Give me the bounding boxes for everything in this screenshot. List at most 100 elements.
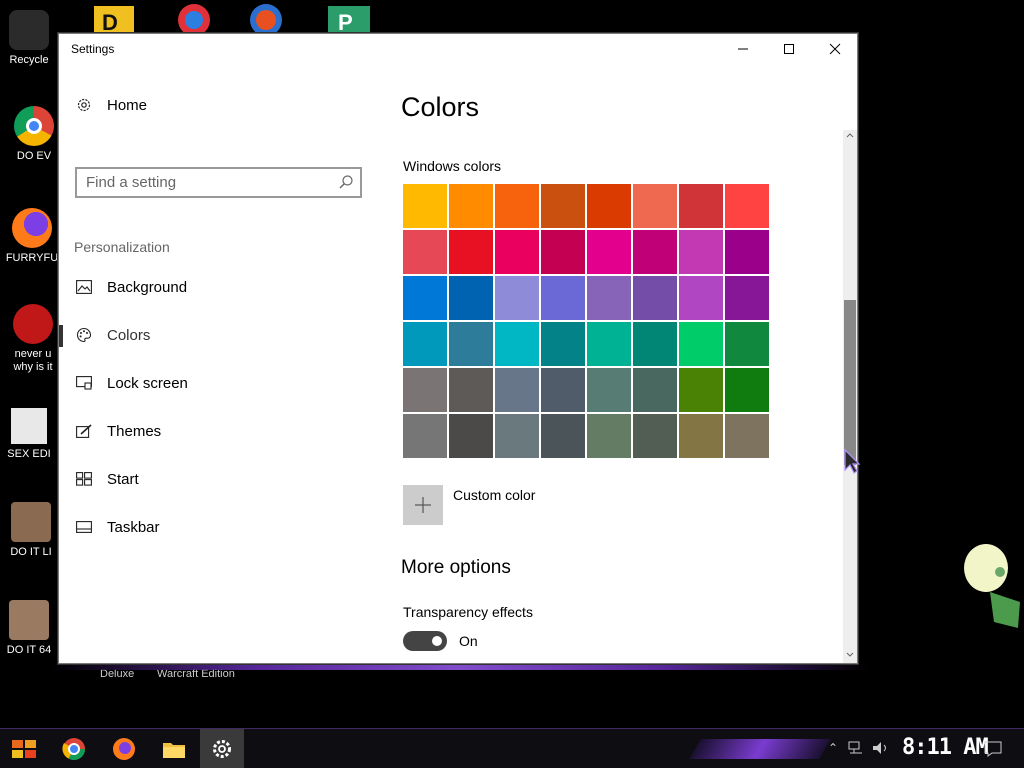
color-swatch[interactable] [633, 368, 677, 412]
title-bar[interactable]: Settings [59, 34, 857, 64]
search-icon[interactable] [338, 174, 354, 190]
color-swatch[interactable] [679, 230, 723, 274]
mouse-cursor-icon [843, 448, 861, 474]
color-swatch[interactable] [403, 184, 447, 228]
color-swatch[interactable] [403, 368, 447, 412]
custom-color-button[interactable]: Custom color [403, 485, 535, 525]
desktop-icon-top-2[interactable] [172, 0, 220, 36]
scrollbar[interactable] [843, 130, 857, 663]
color-swatch[interactable] [495, 414, 539, 458]
color-swatch[interactable] [495, 368, 539, 412]
search-input[interactable] [77, 169, 317, 196]
desktop-icon-top-3[interactable] [244, 0, 292, 36]
color-swatch[interactable] [403, 414, 447, 458]
color-swatch[interactable] [495, 322, 539, 366]
color-swatch[interactable] [725, 414, 769, 458]
color-swatch[interactable] [587, 276, 631, 320]
color-swatch[interactable] [449, 276, 493, 320]
color-swatch[interactable] [495, 184, 539, 228]
taskbar-chrome[interactable] [58, 733, 90, 765]
color-swatch[interactable] [403, 276, 447, 320]
color-swatch[interactable] [633, 184, 677, 228]
color-swatch[interactable] [541, 230, 585, 274]
desktop-icon-doit-1[interactable]: DO IT LI [2, 502, 60, 559]
desktop-icon-chrome[interactable]: DO EV [5, 106, 63, 163]
sidebar-item-home[interactable]: Home [59, 85, 379, 125]
color-swatch[interactable] [449, 368, 493, 412]
folder-icon [163, 743, 185, 758]
color-swatch[interactable] [495, 276, 539, 320]
minimize-button[interactable] [720, 34, 766, 64]
start-button[interactable] [8, 733, 40, 765]
maximize-button[interactable] [766, 34, 812, 64]
network-icon[interactable] [848, 741, 864, 758]
taskbar-file-explorer[interactable] [158, 733, 190, 765]
color-swatch[interactable] [587, 414, 631, 458]
color-swatch[interactable] [679, 184, 723, 228]
desktop-pet-icon[interactable] [960, 542, 1024, 630]
desktop-icon-top-1[interactable]: D [92, 0, 140, 35]
sidebar-item-taskbar[interactable]: Taskbar [59, 507, 379, 547]
transparency-label: Transparency effects [403, 604, 533, 620]
color-swatch[interactable] [541, 368, 585, 412]
taskbar-clock[interactable]: 8:11 AM [902, 735, 989, 760]
color-swatch[interactable] [633, 322, 677, 366]
desktop-icon-hex[interactable]: SEX EDI [0, 408, 58, 461]
sidebar-item-colors[interactable]: Colors [59, 315, 379, 355]
taskbar-settings[interactable] [200, 729, 244, 768]
color-swatch[interactable] [587, 368, 631, 412]
desktop-icon-doit-2[interactable]: DO IT 64 [0, 600, 58, 657]
color-swatch[interactable] [679, 276, 723, 320]
volume-icon[interactable] [872, 741, 890, 758]
color-swatch[interactable] [725, 184, 769, 228]
color-swatch[interactable] [587, 230, 631, 274]
color-swatch[interactable] [403, 322, 447, 366]
plus-icon [403, 485, 443, 525]
color-swatch[interactable] [725, 276, 769, 320]
color-swatch[interactable] [541, 276, 585, 320]
color-swatch[interactable] [403, 230, 447, 274]
color-swatch[interactable] [449, 184, 493, 228]
section-label: Personalization [74, 239, 170, 255]
color-swatch[interactable] [449, 230, 493, 274]
color-swatch[interactable] [725, 322, 769, 366]
desktop-icon-firefox[interactable]: FURRYFU [3, 208, 61, 265]
sidebar-item-themes[interactable]: Themes [59, 411, 379, 451]
color-swatch[interactable] [541, 322, 585, 366]
color-swatch[interactable] [725, 368, 769, 412]
sidebar-item-label: Background [107, 278, 188, 296]
sidebar-item-start[interactable]: Start [59, 459, 379, 499]
portrait-icon [9, 600, 49, 640]
color-swatch[interactable] [633, 276, 677, 320]
color-swatch[interactable] [633, 414, 677, 458]
sidebar-item-lock-screen[interactable]: Lock screen [59, 363, 379, 403]
color-swatch[interactable] [541, 184, 585, 228]
desktop-icon-label: SEX EDI [7, 448, 51, 460]
color-swatch[interactable] [541, 414, 585, 458]
desktop-icon-recycle[interactable]: Recycle [0, 10, 58, 67]
color-swatch[interactable] [449, 322, 493, 366]
taskbar-firefox[interactable] [108, 733, 140, 765]
transparency-toggle[interactable] [403, 631, 447, 651]
desktop-icon-devcpp[interactable]: never u why is it [4, 304, 62, 374]
scroll-down-icon[interactable] [843, 650, 857, 663]
scrollbar-thumb[interactable] [844, 300, 856, 465]
svg-text:D: D [102, 10, 118, 32]
tray-chevron-icon[interactable]: ⌃ [828, 741, 838, 755]
color-swatch[interactable] [449, 414, 493, 458]
sidebar-item-background[interactable]: Background [59, 267, 379, 307]
color-swatch[interactable] [495, 230, 539, 274]
search-box[interactable] [75, 167, 362, 198]
close-button[interactable] [812, 34, 857, 64]
scroll-up-icon[interactable] [843, 130, 857, 144]
color-swatch[interactable] [633, 230, 677, 274]
color-swatch[interactable] [679, 414, 723, 458]
desktop-icon-top-4[interactable]: P [326, 0, 374, 35]
sidebar-item-label: Start [107, 470, 139, 488]
notification-icon[interactable] [984, 741, 1002, 760]
color-swatch[interactable] [679, 322, 723, 366]
color-swatch[interactable] [587, 322, 631, 366]
color-swatch[interactable] [725, 230, 769, 274]
color-swatch[interactable] [679, 368, 723, 412]
color-swatch[interactable] [587, 184, 631, 228]
